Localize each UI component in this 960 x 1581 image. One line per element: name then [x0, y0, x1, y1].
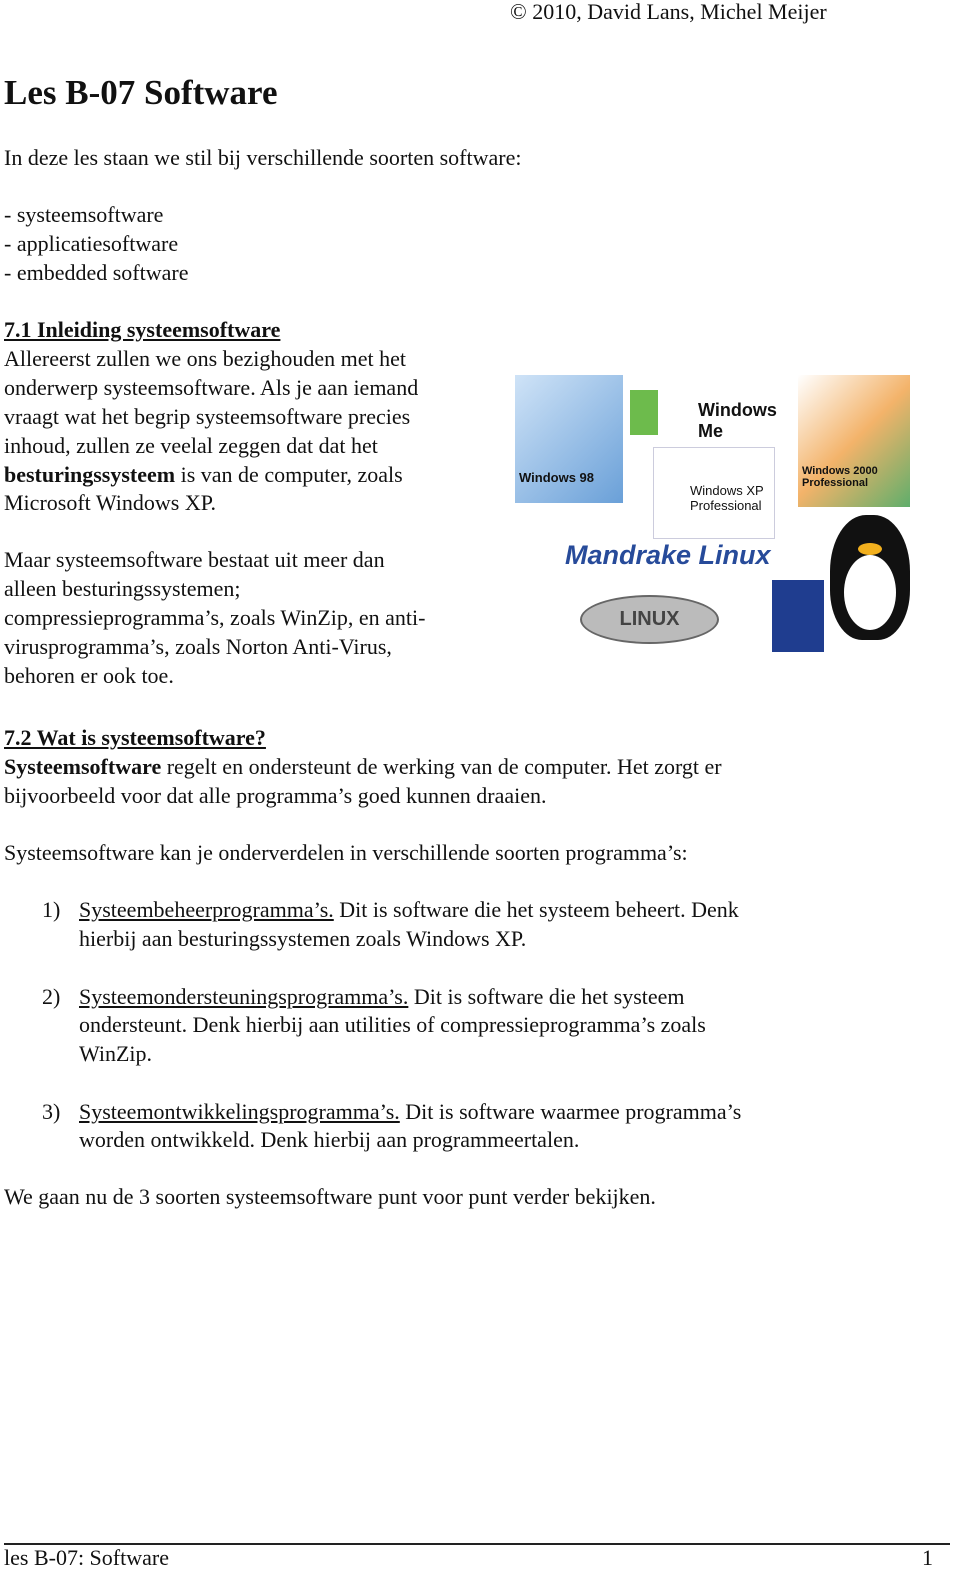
text-line: bijvoorbeeld voor dat alle programma’s g…: [4, 783, 547, 808]
term: Systeemontwikkelingsprogramma’s.: [79, 1099, 400, 1124]
text-line: Microsoft Windows XP.: [4, 490, 216, 515]
mandrake-linux-logo: Mandrake Linux: [565, 540, 771, 570]
text: Dit is software die het systeem beheert.…: [333, 897, 739, 922]
text-line: WinZip.: [79, 1041, 153, 1066]
closing-text: We gaan nu de 3 soorten systeemsoftware …: [4, 1184, 656, 1209]
page-title: Les B-07 Software: [4, 73, 278, 112]
bold-term: besturingssysteem: [4, 462, 176, 487]
text-line: ondersteunt. Denk hierbij aan utilities …: [79, 1012, 706, 1037]
text-line: inhoud, zullen ze veelal zeggen dat dat …: [4, 433, 378, 458]
bold-term: Systeemsoftware: [4, 754, 162, 779]
os-logos-collage: Windows 98 Windows Me Windows 2000 Profe…: [510, 370, 920, 670]
text-line: worden ontwikkeld. Denk hierbij aan prog…: [79, 1127, 580, 1152]
list-number: 2): [42, 984, 61, 1009]
text-line: onderwerp systeemsoftware. Als je aan ie…: [4, 375, 419, 400]
text: Dit is software die het systeem: [408, 984, 685, 1009]
footer-title: les B-07: Software: [4, 1545, 169, 1570]
text-line: behoren er ook toe.: [4, 663, 174, 688]
text-line: vraagt wat het begrip systeemsoftware pr…: [4, 404, 411, 429]
page-number: 1: [922, 1545, 933, 1570]
section-heading-7-2: 7.2 Wat is systeemsoftware?: [4, 725, 266, 750]
tux-penguin: [830, 515, 910, 640]
windows98-box: Windows 98: [515, 375, 623, 503]
copyright: © 2010, David Lans, Michel Meijer: [510, 0, 827, 24]
text-line: Maar systeemsoftware bestaat uit meer da…: [4, 547, 385, 572]
text: Dit is software waarmee programma’s: [399, 1099, 742, 1124]
windows2000-box: Windows 2000 Professional: [798, 375, 910, 507]
term: Systeemondersteuningsprogramma’s.: [79, 984, 409, 1009]
list-item: Systeemondersteuningsprogramma’s. Dit is…: [79, 982, 685, 1011]
text-line: virusprogramma’s, zoals Norton Anti-Viru…: [4, 634, 392, 659]
windows-me-logo: Windows Me: [630, 390, 795, 441]
windows-xp-logo: Windows XP Professional: [653, 447, 775, 539]
mandrake-box: [772, 580, 824, 652]
section-heading-7-1: 7.1 Inleiding systeemsoftware: [4, 317, 281, 342]
text: regelt en ondersteunt de werking van de …: [161, 754, 722, 779]
topic-item: - systeemsoftware: [4, 202, 164, 227]
term: Systeembeheerprogramma’s.: [79, 897, 334, 922]
intro: In deze les staan we stil bij verschille…: [4, 145, 522, 170]
text-line: Systeemsoftware regelt en ondersteunt de…: [4, 752, 722, 781]
text: is van de computer, zoals: [175, 462, 403, 487]
text-line: hierbij aan besturingssystemen zoals Win…: [79, 926, 527, 951]
document-page: © 2010, David Lans, Michel Meijer Les B-…: [0, 0, 960, 1581]
topic-item: - embedded software: [4, 260, 189, 285]
text-line: Allereerst zullen we ons bezighouden met…: [4, 346, 406, 371]
linux-fish-emblem: LINUX: [580, 595, 719, 644]
list-item: Systeembeheerprogramma’s. Dit is softwar…: [79, 895, 739, 924]
text-line: besturingssysteem is van de computer, zo…: [4, 460, 403, 489]
text-line: compressieprogramma’s, zoals WinZip, en …: [4, 605, 426, 630]
text-line: alleen besturingssystemen;: [4, 576, 241, 601]
text-line: Systeemsoftware kan je onderverdelen in …: [4, 840, 688, 865]
list-number: 3): [42, 1099, 61, 1124]
list-number: 1): [42, 897, 61, 922]
list-item: Systeemontwikkelingsprogramma’s. Dit is …: [79, 1097, 741, 1126]
topic-item: - applicatiesoftware: [4, 231, 179, 256]
